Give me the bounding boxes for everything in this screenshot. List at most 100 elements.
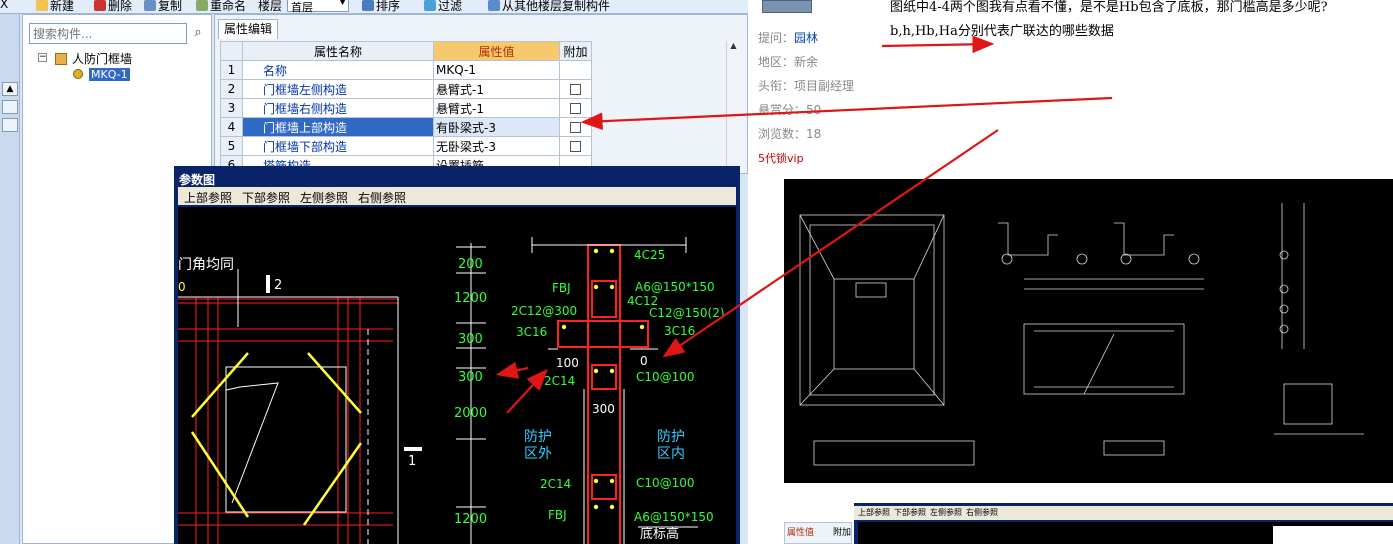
search-icon[interactable]: ⌕	[189, 23, 207, 44]
dim-1200: 1200	[454, 291, 487, 306]
property-name-cell[interactable]: 门框墙上部构造	[242, 117, 434, 137]
grid-corner	[220, 41, 243, 61]
tree-collapse-toggle[interactable]: −	[38, 53, 47, 62]
attached-drawing	[799, 203, 1364, 466]
label-fbj-bottom: FBJ	[548, 508, 567, 522]
copy-from-floor-button[interactable]: 从其他楼层复制构件	[488, 0, 610, 13]
menu-top-reference[interactable]: 上部参照	[184, 189, 232, 206]
property-value-cell[interactable]: MKQ-1	[433, 60, 560, 80]
label-2c12: 2C12@300	[511, 304, 577, 318]
table-row-selected[interactable]: 4 门框墙上部构造 有卧梁式-3	[220, 117, 592, 137]
scroll-thumb[interactable]	[2, 100, 18, 114]
property-value-cell[interactable]: 悬臂式-1	[433, 79, 560, 99]
property-name-cell[interactable]: 门框墙下部构造	[242, 136, 434, 156]
menu-bottom-reference[interactable]: 下部参照	[242, 189, 290, 206]
table-row[interactable]: 1 名称 MKQ-1	[220, 60, 592, 80]
property-value-cell[interactable]: 悬臂式-1	[433, 98, 560, 118]
scroll-up-arrow-icon[interactable]: ▲	[727, 41, 740, 50]
row-number: 3	[220, 98, 243, 118]
chevron-down-icon: ▼	[339, 0, 346, 7]
label-dim-300: 300	[592, 402, 615, 416]
dim-200: 200	[458, 257, 483, 272]
extra-checkbox[interactable]	[570, 84, 581, 95]
menu-right-reference[interactable]: 右侧参照	[358, 189, 406, 206]
label-fbj: FBJ	[552, 281, 571, 295]
asker-info: 提问：园林	[758, 31, 819, 45]
header-property-name: 属性名称	[242, 41, 434, 61]
label-dim-100: 100	[556, 356, 579, 370]
cad-text-corner-note: 门角均同	[178, 257, 234, 273]
question-line-1: 图纸中4-4两个图我有点看不懂，是不是Hb包含了底板，那门槛高是多少呢?	[890, 0, 1328, 15]
menu-left-reference[interactable]: 左侧参照	[300, 189, 348, 206]
label-2c14-bottom: 2C14	[540, 477, 571, 491]
avatar[interactable]	[762, 0, 812, 13]
attached-drawing-image[interactable]	[784, 179, 1393, 483]
property-value-cell[interactable]: 有卧梁式-3	[433, 117, 560, 137]
tab-property-edit[interactable]: 属性编辑	[218, 19, 278, 39]
component-search-input[interactable]	[29, 23, 187, 44]
window-title: 参数图	[179, 173, 216, 187]
property-name-cell[interactable]: 名称	[242, 60, 434, 80]
table-row[interactable]: 3 门框墙右侧构造 悬臂式-1	[220, 98, 592, 118]
dimension-line	[456, 243, 486, 544]
copy-icon	[144, 0, 156, 11]
dim-2000: 2000	[454, 406, 487, 421]
label-inside-zone: 防护区内	[657, 429, 685, 462]
filter-button[interactable]: 过滤	[424, 0, 462, 13]
view-count-info: 浏览数：18	[758, 127, 822, 141]
toolbar: X 新建 删除 复制 重命名 楼层 首层 ▼ 排序 过滤 从其他楼层复制构件	[0, 0, 748, 14]
property-grid: 属性名称 属性值 附加 1 名称 MKQ-1 2 门框墙左侧构造 悬臂式-1 3…	[220, 41, 592, 175]
label-a6-top: A6@150*150	[635, 280, 715, 294]
second-screenshot-thumbnail[interactable]: 属性值 附加 上部参照 下部参照 左侧参照 右侧参照	[784, 500, 1393, 544]
reference-diagram-window: 参数图 上部参照 下部参照 左侧参照 右侧参照 门角均同 0 2 1 200 1…	[174, 166, 740, 544]
label-c10: C10@100	[636, 370, 695, 384]
filter-icon	[424, 0, 436, 11]
frame-gridlines	[178, 297, 398, 544]
frame-outline	[178, 269, 399, 544]
rename-button[interactable]: 重命名	[196, 0, 246, 13]
scroll-up-button[interactable]: ▲	[2, 82, 18, 96]
cad-section-mark-bar	[266, 275, 270, 293]
extra-checkbox[interactable]	[570, 122, 581, 133]
tree-node-door-frame-wall[interactable]: 人防门框墙	[55, 50, 132, 67]
left-application-window: X 新建 删除 复制 重命名 楼层 首层 ▼ 排序 过滤 从其他楼层复制构件 ▲ …	[0, 0, 748, 544]
cad-drawing: 门角均同 0 2 1 200 1200 300 300 2000 1200 4C…	[178, 237, 725, 544]
rename-icon	[196, 0, 208, 11]
delete-button[interactable]: 删除	[94, 0, 132, 13]
label-c12-150: C12@150(2)	[649, 306, 725, 320]
thumb-reference-window: 上部参照 下部参照 左侧参照 右侧参照	[854, 503, 1393, 544]
row-number: 1	[220, 60, 243, 80]
question-body: 图纸中4-4两个图我有点看不懂，是不是Hb包含了底板，那门槛高是多少呢? b,h…	[890, 0, 1393, 44]
label-3c16-right: 3C16	[664, 324, 695, 338]
property-editor-panel: 属性编辑 属性名称 属性值 附加 1 名称 MKQ-1 2 门框墙左侧构造 悬臂…	[214, 14, 748, 175]
label-dim-0: 0	[640, 354, 648, 368]
floor-select[interactable]: 首层 ▼	[287, 0, 349, 13]
delete-icon	[94, 0, 106, 11]
extra-cell	[559, 117, 592, 137]
property-name-cell[interactable]: 门框墙右侧构造	[242, 98, 434, 118]
property-value-cell[interactable]: 无卧梁式-3	[433, 136, 560, 156]
tree-node-mkq-1[interactable]: MKQ-1	[73, 67, 130, 81]
reward-info: 悬赏分：50	[758, 103, 822, 117]
extra-cell	[559, 136, 592, 156]
table-row[interactable]: 2 门框墙左侧构造 悬臂式-1	[220, 79, 592, 99]
extra-checkbox[interactable]	[570, 141, 581, 152]
scroll-thumb-2[interactable]	[2, 118, 18, 132]
row-number: 2	[220, 79, 243, 99]
floor-copy-icon	[488, 0, 500, 11]
asker-link[interactable]: 园林	[794, 31, 818, 45]
property-name-cell[interactable]: 门框墙左侧构造	[242, 79, 434, 99]
new-icon	[36, 0, 48, 11]
extra-checkbox[interactable]	[570, 103, 581, 114]
toolbar-close-glyph[interactable]: X	[0, 0, 8, 11]
sort-button[interactable]: 排序	[362, 0, 400, 13]
table-row[interactable]: 5 门框墙下部构造 无卧梁式-3	[220, 136, 592, 156]
extra-cell	[559, 79, 592, 99]
new-button[interactable]: 新建	[36, 0, 74, 13]
reference-menu-bar: 上部参照 下部参照 左侧参照 右侧参照	[178, 187, 736, 205]
copy-button[interactable]: 复制	[144, 0, 182, 13]
rank-title-info: 头衔：项目副经理	[758, 79, 855, 93]
property-scrollbar[interactable]: ▲	[726, 41, 740, 171]
dim-300-a: 300	[458, 332, 483, 347]
cad-section-mark-bar-2	[404, 447, 422, 451]
